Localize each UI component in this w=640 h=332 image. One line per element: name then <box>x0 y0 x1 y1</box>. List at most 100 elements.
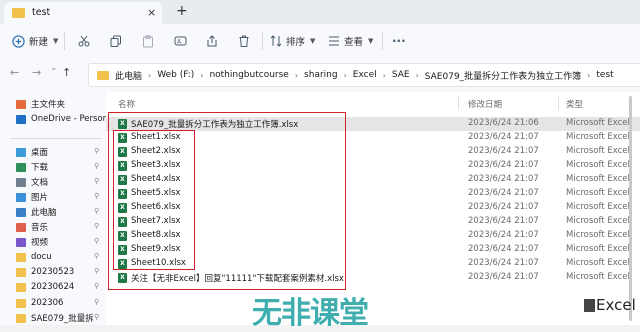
breadcrumb-item[interactable]: test <box>596 70 613 80</box>
sidebar-item[interactable]: 视频 <box>16 234 48 250</box>
sidebar-item-label: 视频 <box>31 238 49 248</box>
share-button[interactable] <box>206 24 218 58</box>
plus-icon <box>12 34 25 48</box>
sidebar-item[interactable]: OneDrive - Person <box>16 111 106 127</box>
file-date: 2023/6/24 21:07 <box>468 230 539 240</box>
column-header-type[interactable]: 类型 <box>566 98 583 112</box>
sidebar-item[interactable]: 图片 <box>16 189 48 205</box>
sidebar-item[interactable]: 下载 <box>16 159 48 175</box>
video-icon <box>16 237 26 247</box>
file-type: Microsoft Excel <box>566 244 630 254</box>
desktop-icon <box>16 147 26 157</box>
breadcrumb-item[interactable]: nothingbutcourse <box>209 70 288 80</box>
file-date: 2023/6/24 21:07 <box>468 258 539 268</box>
chevron-down-icon[interactable]: ⌄ <box>50 63 58 73</box>
more-button[interactable]: ··· <box>392 24 406 58</box>
scrollbar[interactable] <box>629 96 632 321</box>
pin-icon: ⚲ <box>94 267 100 275</box>
sidebar-item[interactable]: 此电脑 <box>16 204 57 220</box>
new-tab-icon[interactable]: + <box>176 3 188 19</box>
new-label: 新建 <box>29 37 49 48</box>
pin-icon: ⚲ <box>94 313 100 321</box>
breadcrumb-item[interactable]: Web (F:) <box>157 70 194 80</box>
file-date: 2023/6/24 21:07 <box>468 160 539 170</box>
folder-icon <box>97 70 109 80</box>
chevron-down-icon: ▼ <box>53 37 59 45</box>
file-date: 2023/6/24 21:06 <box>468 118 539 128</box>
pin-icon: ⚲ <box>94 192 100 200</box>
sidebar-item-label: 图片 <box>31 193 49 203</box>
sidebar-item[interactable]: 202306 <box>16 295 63 311</box>
computer-icon <box>16 207 26 217</box>
sidebar-item-label: 202306 <box>31 298 64 308</box>
chevron-down-icon: ▼ <box>368 37 374 45</box>
pin-icon: ⚲ <box>94 162 100 170</box>
folder-icon <box>16 282 26 292</box>
file-type: Microsoft Excel <box>566 272 630 282</box>
sidebar-item[interactable]: 音乐 <box>16 219 48 235</box>
view-button[interactable]: 查看 ▼ <box>328 24 373 58</box>
document-icon <box>16 177 26 187</box>
share-icon <box>207 35 217 47</box>
breadcrumb-item[interactable]: Excel <box>353 70 377 80</box>
column-header-date[interactable]: 修改日期 <box>468 98 502 112</box>
tab-test[interactable]: test × <box>4 2 162 24</box>
copy-button[interactable] <box>110 24 122 58</box>
file-type: Microsoft Excel <box>566 118 630 128</box>
breadcrumb-item[interactable]: 此电脑 <box>115 69 142 82</box>
home-icon <box>16 99 26 109</box>
view-icon <box>329 36 339 46</box>
pin-icon: ⚲ <box>94 177 100 185</box>
address-bar[interactable]: 此电脑 › Web (F:) › nothingbutcourse › sharing › Ex… <box>88 63 640 87</box>
file-date: 2023/6/24 21:07 <box>468 244 539 254</box>
breadcrumb-item[interactable]: SAE079_批量拆分工作表为独立工作簿 <box>425 69 581 82</box>
sort-button[interactable]: 排序 ▼ <box>270 24 315 58</box>
paste-button[interactable] <box>142 24 154 58</box>
sidebar-item-label: OneDrive - Person <box>31 114 106 124</box>
sidebar-item-label: 文档 <box>31 178 49 188</box>
folder-icon <box>16 298 26 308</box>
sidebar-item[interactable]: 20230624 <box>16 279 74 295</box>
breadcrumb: 此电脑 › Web (F:) › nothingbutcourse › sharing › Ex… <box>115 69 614 82</box>
delete-icon <box>239 35 249 47</box>
new-button[interactable]: 新建 ▼ <box>12 24 58 58</box>
divider <box>382 32 383 50</box>
back-icon[interactable]: ← <box>10 66 19 79</box>
sidebar-item-label: 下载 <box>31 163 49 173</box>
file-date: 2023/6/24 21:07 <box>468 216 539 226</box>
forward-icon[interactable]: → <box>32 66 41 79</box>
sidebar-item-label: 桌面 <box>31 148 49 158</box>
pin-icon: ⚲ <box>94 252 100 260</box>
sidebar-item[interactable]: 桌面 <box>16 144 48 160</box>
up-icon[interactable]: ↑ <box>62 66 71 79</box>
column-header-name[interactable]: 名称 <box>118 98 135 112</box>
sidebar-item[interactable]: 文档 <box>16 174 48 190</box>
folder-icon <box>16 267 26 277</box>
watermark-brand-text: Excel <box>596 296 636 314</box>
watermark-brand: Excel <box>584 296 636 314</box>
divider <box>558 96 559 110</box>
delete-button[interactable] <box>238 24 250 58</box>
cut-button[interactable] <box>78 24 90 58</box>
sidebar-item[interactable]: 20230523 <box>16 264 74 280</box>
sidebar-item[interactable]: 主文件夹 <box>16 96 65 112</box>
view-label: 查看 <box>344 37 364 48</box>
pin-icon: ⚲ <box>94 237 100 245</box>
close-tab-icon[interactable]: × <box>147 6 156 19</box>
cloud-icon <box>16 114 26 124</box>
file-date: 2023/6/24 21:07 <box>468 188 539 198</box>
watermark-logo: 无非课堂 <box>252 296 369 331</box>
breadcrumb-item[interactable]: SAE <box>392 70 410 80</box>
breadcrumb-item[interactable]: sharing <box>304 70 338 80</box>
file-date: 2023/6/24 21:07 <box>468 272 539 282</box>
brand-mark-icon <box>584 299 595 312</box>
navigation-pane: 主文件夹 OneDrive - Person 桌面 ⚲ 下载 ⚲ 文档 ⚲ 图片 ⚲ 此电脑 ⚲ 音乐 ⚲… <box>0 92 106 325</box>
sidebar-item[interactable]: SAE079_批量拆 <box>16 310 94 325</box>
sidebar-item[interactable]: docu <box>16 249 52 265</box>
chevron-right-icon: › <box>587 70 591 80</box>
cut-icon <box>78 35 90 47</box>
file-type: Microsoft Excel <box>566 174 630 184</box>
rename-button[interactable]: A <box>174 24 187 58</box>
chevron-down-icon: ▼ <box>310 37 316 45</box>
divider <box>458 96 459 110</box>
